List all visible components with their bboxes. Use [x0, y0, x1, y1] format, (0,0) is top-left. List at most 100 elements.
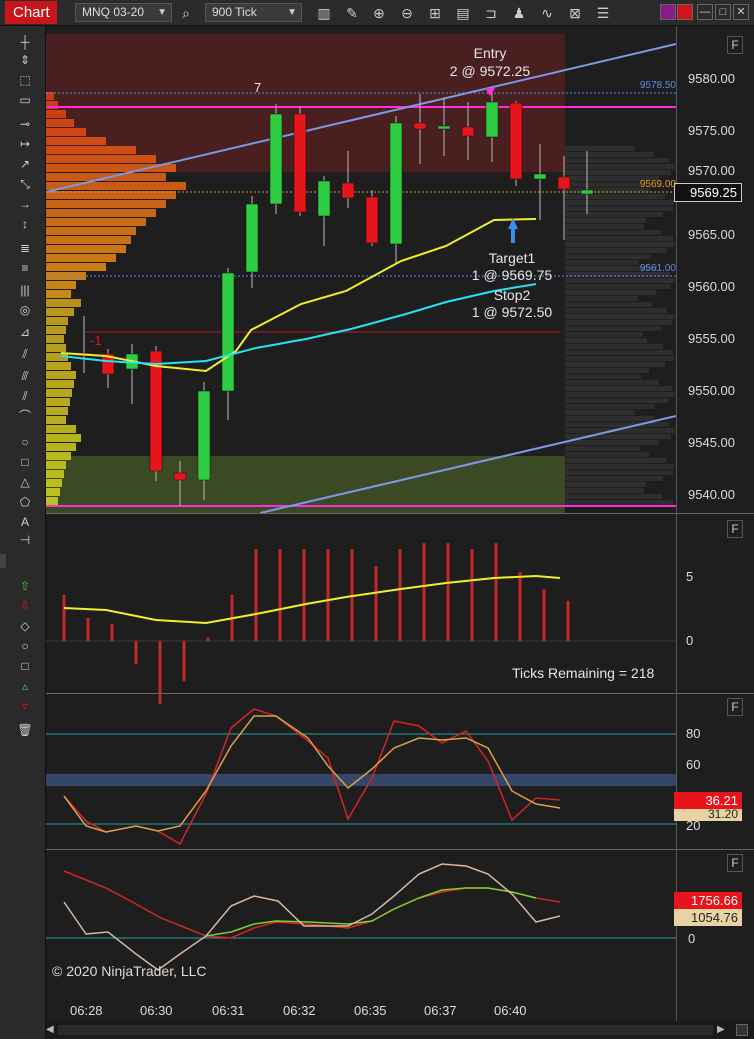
alerts-icon[interactable]: ☰ [593, 3, 613, 23]
volume-profile-bar [565, 170, 671, 175]
volume-profile-bar [565, 326, 661, 331]
vertical-line-icon[interactable]: ↕ [15, 216, 35, 232]
ray-icon[interactable]: ↦ [15, 136, 35, 152]
volume-bar [422, 543, 426, 641]
maximize-button[interactable]: □ [715, 4, 731, 20]
volume-profile-bar [565, 254, 651, 259]
accent-button[interactable] [677, 4, 693, 20]
search-icon[interactable]: ⌕ [176, 3, 196, 23]
chevron-down-icon: ▼ [287, 7, 297, 18]
volume-bar [182, 641, 186, 682]
app-title[interactable]: Chart [5, 1, 57, 24]
parallel-icon[interactable]: ⫽ [15, 388, 35, 404]
panel-options-button[interactable]: F [727, 520, 743, 538]
fibonacci-icon[interactable]: ≣ [15, 240, 35, 256]
volume-bar [134, 641, 138, 664]
price-profile-bar [46, 407, 68, 415]
panel-options-button[interactable]: F [727, 36, 743, 54]
scrollbar-track[interactable] [58, 1025, 713, 1035]
stoch-value-marker: 36.21 [674, 792, 742, 809]
volume-profile-bar [565, 278, 675, 283]
fib-extension-icon[interactable]: ≡ [15, 260, 35, 276]
trash-icon[interactable]: 🗑 [15, 722, 35, 738]
strategy-icon[interactable]: ♟ [509, 3, 529, 23]
zoom-out-icon[interactable]: ⊖ [397, 3, 417, 23]
entry-title: Entry [473, 45, 507, 61]
volume-average-line [63, 574, 561, 625]
indicator-icon[interactable]: ∿ [537, 3, 557, 23]
scroll-end-button[interactable] [736, 1024, 748, 1036]
instrument-selector[interactable]: MNQ 03-20 ▼ [75, 3, 172, 22]
select-rect-icon[interactable]: ⬚ [15, 72, 35, 88]
triangle-icon[interactable]: △ [15, 474, 35, 490]
horizontal-scrollbar[interactable]: ◀ ▶ [46, 1021, 754, 1039]
stop-title: Stop2 [493, 287, 531, 303]
time-axis-label: 06:31 [212, 1003, 245, 1018]
volume-profile-bar [565, 230, 661, 235]
polygon-icon[interactable]: ⬠ [15, 494, 35, 510]
fib-time-icon[interactable]: ||| [15, 282, 35, 298]
arrow-up-icon[interactable]: ⇧ [15, 578, 35, 594]
price-profile-bar [46, 236, 131, 244]
text-icon[interactable]: A [15, 514, 35, 530]
price-profile-bar [46, 263, 106, 271]
horizontal-line-icon[interactable]: ⊸ [15, 116, 35, 132]
price-profile-bar [46, 416, 66, 424]
volume-bar [494, 543, 498, 641]
arc-icon[interactable]: ⌒ [15, 408, 35, 424]
panel-options-button[interactable]: F [727, 854, 743, 872]
regression-icon[interactable]: ⊿ [15, 324, 35, 340]
data-box-icon[interactable]: ⊠ [565, 3, 585, 23]
zoom-in-icon[interactable]: ⊕ [369, 3, 389, 23]
bar-type-icon[interactable]: ▥ [314, 3, 334, 23]
target-detail: 1 @ 9569.75 [471, 267, 553, 283]
volume-profile-bar [565, 320, 672, 325]
properties-icon[interactable]: ▤ [453, 3, 473, 23]
gann-circle-icon[interactable]: ◎ [15, 302, 35, 318]
scroll-left-icon[interactable]: ◀ [46, 1024, 56, 1036]
signal-label: -1 [90, 333, 102, 348]
color-swatch-button[interactable] [660, 4, 676, 20]
rectangle-icon[interactable]: □ [15, 454, 35, 470]
close-button[interactable]: ✕ [733, 4, 749, 20]
drawing-tools-bar: ┼ ⇕ ⬚ ▭ ⊸ ↦ ↗ ⤡ → ↕ ≣ ≡ ||| ◎ ⊿ ⫽ ⫻ ⫽ ⌒ … [0, 26, 46, 1039]
axis-divider [676, 26, 677, 1021]
panel-options-button[interactable]: F [727, 698, 743, 716]
minimize-button[interactable]: — [697, 4, 713, 20]
candle-down [173, 472, 187, 481]
crosshair-icon[interactable]: ⊞ [425, 3, 445, 23]
volume-profile-bar [565, 248, 667, 253]
template-icon[interactable]: ⊐ [481, 3, 501, 23]
price-profile-bar [46, 479, 62, 487]
square-icon[interactable]: □ [15, 658, 35, 674]
volume-bar [302, 549, 306, 641]
gann-fan-icon[interactable]: ⫽ [15, 346, 35, 362]
price-profile-bar [46, 434, 81, 442]
dot-icon[interactable]: ○ [15, 638, 35, 654]
pencil-icon[interactable]: ✎ [342, 3, 362, 23]
collapse-handle[interactable] [0, 554, 6, 568]
andrews-icon[interactable]: ⫻ [15, 368, 35, 384]
horizontal-ray-icon[interactable]: → [15, 196, 35, 212]
volume-profile-bar [565, 194, 665, 199]
bar-count-label: 7 [254, 80, 262, 95]
trend-line-icon[interactable]: ┼ [15, 34, 35, 50]
arrow-down-icon[interactable]: ⇩ [15, 598, 35, 614]
price-axis-label: 9575.00 [688, 123, 735, 138]
price-profile-bar [46, 245, 126, 253]
range-icon[interactable]: ▭ [15, 92, 35, 108]
diamond-icon[interactable]: ◇ [15, 618, 35, 634]
cursor-icon[interactable]: ⇕ [15, 52, 35, 68]
price-profile-bar [46, 461, 66, 469]
volume-profile-bar [565, 374, 641, 379]
triangle-up-icon[interactable]: ▵ [15, 678, 35, 694]
chart-area[interactable]: F F F F 9580.00 9575.00 9570.00 9565.00 … [46, 26, 754, 1039]
arrow-line-icon[interactable]: ⤡ [15, 176, 35, 192]
volume-profile-bar [565, 398, 668, 403]
ruler-icon[interactable]: ⊣ [15, 532, 35, 548]
extended-line-icon[interactable]: ↗ [15, 156, 35, 172]
interval-selector[interactable]: 900 Tick ▼ [205, 3, 302, 22]
triangle-down-icon[interactable]: ▿ [15, 698, 35, 714]
ellipse-icon[interactable]: ○ [15, 434, 35, 450]
scroll-right-icon[interactable]: ▶ [717, 1024, 727, 1036]
